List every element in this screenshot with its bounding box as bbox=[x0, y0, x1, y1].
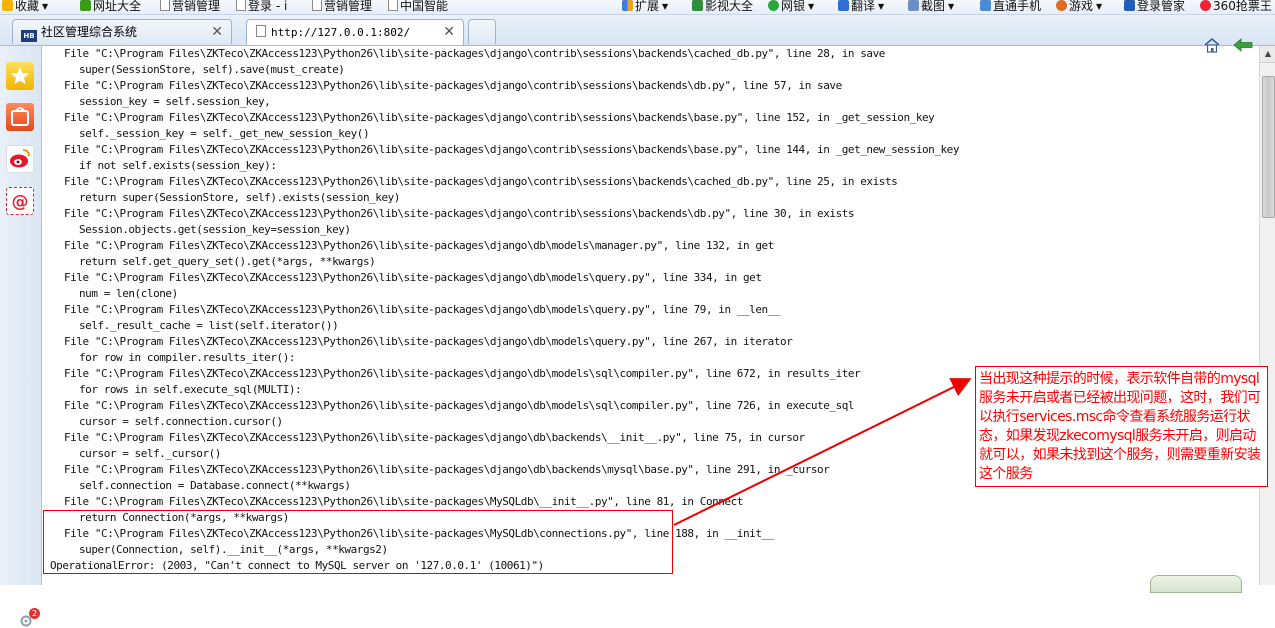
360-icon bbox=[1200, 0, 1211, 11]
page-icon bbox=[388, 0, 398, 11]
traceback-code-line: cursor = self._cursor() bbox=[79, 447, 221, 460]
tab-label: 社区管理综合系统 bbox=[41, 25, 138, 39]
traceback-code-line: self._session_key = self._get_new_sessio… bbox=[79, 127, 370, 140]
plus-icon bbox=[80, 0, 91, 11]
shield-icon bbox=[768, 0, 779, 11]
game-icon bbox=[1056, 0, 1067, 11]
close-icon[interactable]: ✕ bbox=[443, 20, 455, 45]
traceback-file-line: File "C:\Program Files\ZKTeco\ZKAccess12… bbox=[64, 207, 855, 220]
site-logo-icon: HB bbox=[21, 30, 37, 42]
tab-localhost[interactable]: http://127.0.0.1:802/ ✕ bbox=[246, 19, 464, 45]
screenshot-icon bbox=[908, 0, 919, 11]
traceback-code-line: Session.objects.get(session_key=session_… bbox=[79, 223, 351, 236]
traceback-file-line: File "C:\Program Files\ZKTeco\ZKAccess12… bbox=[64, 495, 743, 508]
vertical-scrollbar[interactable]: ▲ bbox=[1259, 46, 1275, 585]
traceback-file-line: File "C:\Program Files\ZKTeco\ZKAccess12… bbox=[64, 239, 774, 252]
page-icon bbox=[312, 0, 322, 11]
traceback-file-line: File "C:\Program Files\ZKTeco\ZKAccess12… bbox=[64, 47, 885, 60]
error-highlight-box bbox=[43, 510, 673, 574]
error-traceback: File "C:\Program Files\ZKTeco\ZKAccess12… bbox=[50, 46, 959, 574]
caret-down-icon: ▼ bbox=[948, 2, 955, 11]
fav-marketing-2[interactable]: 营销管理 bbox=[312, 0, 372, 13]
toolbar-bank[interactable]: 网银 ▼ bbox=[768, 0, 814, 13]
new-tab-button[interactable] bbox=[468, 19, 496, 44]
fav-login[interactable]: 登录 - i bbox=[236, 0, 287, 13]
caret-down-icon: ▼ bbox=[1096, 2, 1103, 11]
page-icon bbox=[256, 25, 266, 37]
caret-down-icon: ▼ bbox=[808, 2, 815, 11]
fav-marketing-1[interactable]: 营销管理 bbox=[160, 0, 220, 13]
toolbar-phone[interactable]: 直通手机 bbox=[980, 0, 1041, 13]
caret-down-icon: ▼ bbox=[878, 2, 885, 11]
favorites-bar: 收藏 ▼ 网址大全 营销管理 登录 - i 营销管理 中国智能 扩展 ▼ 影视大全 … bbox=[0, 0, 1275, 15]
caret-down-icon: ▼ bbox=[42, 2, 49, 11]
play-icon bbox=[692, 0, 703, 11]
traceback-code-line: return self.get_query_set().get(*args, *… bbox=[79, 255, 376, 268]
key-icon bbox=[1124, 0, 1135, 11]
traceback-file-line: File "C:\Program Files\ZKTeco\ZKAccess12… bbox=[64, 463, 830, 476]
traceback-code-line: super(SessionStore, self).save(must_crea… bbox=[79, 63, 345, 76]
traceback-code-line: for rows in self.execute_sql(MULTI): bbox=[79, 383, 302, 396]
close-icon[interactable]: ✕ bbox=[211, 20, 223, 44]
svg-text:@: @ bbox=[12, 192, 29, 212]
tab-label: http://127.0.0.1:802/ bbox=[271, 26, 411, 39]
traceback-code-line: self._result_cache = list(self.iterator(… bbox=[79, 319, 339, 332]
caret-down-icon: ▼ bbox=[662, 2, 669, 11]
traceback-code-line: cursor = self.connection.cursor() bbox=[79, 415, 283, 428]
scroll-up-arrow-icon[interactable]: ▲ bbox=[1260, 46, 1275, 63]
sidebar: @ 2 bbox=[0, 46, 42, 627]
weibo-icon[interactable] bbox=[6, 145, 34, 173]
scroll-thumb[interactable] bbox=[1262, 76, 1275, 218]
annotation-callout: 当出现这种提示的时候，表示软件自带的mysql服务未开启或者已经被出现问题，这时… bbox=[975, 366, 1268, 487]
tab-bar: HB 社区管理综合系统 ✕ http://127.0.0.1:802/ ✕ bbox=[0, 15, 1275, 53]
traceback-file-line: File "C:\Program Files\ZKTeco\ZKAccess12… bbox=[64, 399, 855, 412]
phone-icon bbox=[980, 0, 991, 11]
fav-collect[interactable]: 收藏 ▼ bbox=[2, 0, 48, 13]
toolbar-video[interactable]: 影视大全 bbox=[692, 0, 753, 13]
annotation-text: 当出现这种提示的时候，表示软件自带的mysql服务未开启或者已经被出现问题，这时… bbox=[979, 371, 1261, 482]
translate-icon bbox=[838, 0, 849, 11]
favorites-star-icon[interactable] bbox=[6, 62, 34, 90]
page-icon bbox=[236, 0, 246, 11]
page-icon bbox=[160, 0, 170, 11]
toolbar-extensions[interactable]: 扩展 ▼ bbox=[622, 0, 668, 13]
traceback-file-line: File "C:\Program Files\ZKTeco\ZKAccess12… bbox=[64, 271, 762, 284]
traceback-file-line: File "C:\Program Files\ZKTeco\ZKAccess12… bbox=[64, 143, 960, 156]
status-widget[interactable] bbox=[1150, 575, 1242, 593]
traceback-code-line: if not self.exists(session_key): bbox=[79, 159, 277, 172]
traceback-file-line: File "C:\Program Files\ZKTeco\ZKAccess12… bbox=[64, 335, 793, 348]
tab-community-system[interactable]: HB 社区管理综合系统 ✕ bbox=[12, 19, 232, 44]
traceback-code-line: session_key = self.session_key, bbox=[79, 95, 271, 108]
toolbar-login-manager[interactable]: 登录管家 bbox=[1124, 0, 1185, 13]
traceback-code-line: for row in compiler.results_iter(): bbox=[79, 351, 296, 364]
traceback-code-line: self.connection = Database.connect(**kwa… bbox=[79, 479, 351, 492]
shopping-icon[interactable] bbox=[6, 103, 34, 131]
toolbar-games[interactable]: 游戏 ▼ bbox=[1056, 0, 1102, 13]
fav-site-directory[interactable]: 网址大全 bbox=[80, 0, 141, 13]
traceback-file-line: File "C:\Program Files\ZKTeco\ZKAccess12… bbox=[64, 303, 781, 316]
mail-icon[interactable]: @ bbox=[6, 187, 34, 215]
traceback-file-line: File "C:\Program Files\ZKTeco\ZKAccess12… bbox=[64, 79, 842, 92]
fav-china-smart[interactable]: 中国智能 bbox=[388, 0, 448, 13]
traceback-code-line: num = len(clone) bbox=[79, 287, 178, 300]
traceback-file-line: File "C:\Program Files\ZKTeco\ZKAccess12… bbox=[64, 175, 898, 188]
traceback-file-line: File "C:\Program Files\ZKTeco\ZKAccess12… bbox=[64, 111, 935, 124]
toolbar-translate[interactable]: 翻译 ▼ bbox=[838, 0, 884, 13]
grid-icon bbox=[622, 0, 633, 11]
toolbar-360-tickets[interactable]: 360抢票王 bbox=[1200, 0, 1272, 13]
traceback-code-line: return super(SessionStore, self).exists(… bbox=[79, 191, 400, 204]
traceback-file-line: File "C:\Program Files\ZKTeco\ZKAccess12… bbox=[64, 367, 861, 380]
page-content: File "C:\Program Files\ZKTeco\ZKAccess12… bbox=[42, 46, 1258, 585]
notification-badge[interactable]: 2 bbox=[29, 608, 40, 619]
toolbar-screenshot[interactable]: 截图 ▼ bbox=[908, 0, 954, 13]
traceback-file-line: File "C:\Program Files\ZKTeco\ZKAccess12… bbox=[64, 431, 805, 444]
star-icon bbox=[2, 0, 13, 11]
